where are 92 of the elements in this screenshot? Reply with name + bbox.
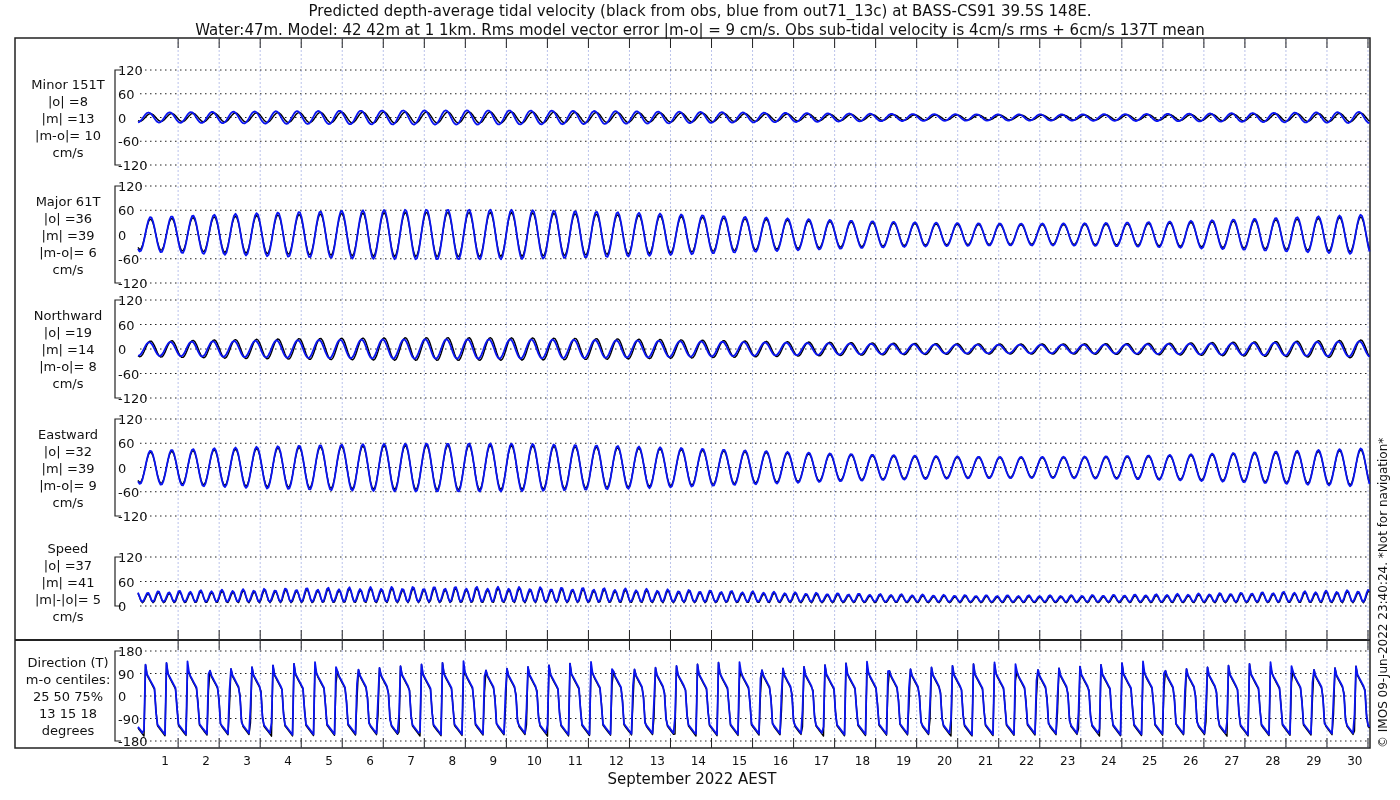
day-label: 18	[854, 754, 871, 768]
panel-label: |o| =19	[43, 325, 93, 340]
axis-tick-label: -120	[118, 276, 148, 291]
axis-tick-label: -90	[118, 711, 140, 727]
axis-tick-label: 0	[118, 689, 127, 704]
day-label: 6	[366, 754, 374, 768]
day-label: 3	[243, 754, 251, 768]
panel-label: cm/s	[52, 608, 84, 624]
panel-label: |o| =37	[43, 557, 93, 573]
axis-tick-label: -60	[118, 484, 140, 500]
day-label: 23	[1060, 754, 1076, 768]
day-label: 10	[526, 754, 542, 768]
day-label: 22	[1019, 754, 1035, 768]
panel-label: |m-o|= 10	[35, 127, 101, 143]
panel-label: Direction (T)	[27, 655, 109, 670]
axis-tick-label: 120	[118, 179, 143, 194]
axis-tick-label: 0	[118, 227, 127, 243]
day-label: 20	[936, 754, 953, 768]
axis-tick-label: 60	[118, 574, 135, 590]
panel-label: |m| =39	[41, 227, 95, 243]
axis-tick-label: 60	[118, 317, 135, 333]
panel-label: |m-o|= 8	[39, 359, 97, 374]
copyright-note: © IMOS 09-Jun-2022 23:40:24. *Not for navigation*	[1376, 437, 1390, 748]
axis-tick-label: 120	[118, 293, 143, 308]
day-label: 14	[690, 754, 707, 768]
panel-label: cm/s	[52, 144, 84, 160]
day-label: 2	[202, 754, 210, 768]
axis-tick-label: 120	[118, 63, 143, 78]
panel-label: 13 15 18	[39, 706, 97, 721]
axis-tick-label: 180	[118, 644, 143, 659]
axis-tick-label: 0	[118, 110, 127, 126]
panel-label: |m| =41	[41, 574, 95, 590]
axis-tick-label: 90	[118, 666, 135, 682]
day-label: 11	[567, 754, 583, 768]
day-label: 8	[448, 754, 457, 768]
axis-tick-label: 0	[118, 460, 127, 476]
x-axis-label: September 2022 AEST	[607, 770, 777, 788]
day-label: 17	[813, 754, 830, 768]
day-label: 5	[325, 754, 333, 768]
panel-label: cm/s	[52, 494, 84, 510]
day-label: 7	[407, 754, 415, 768]
panel-label: Speed	[47, 540, 89, 556]
axis-tick-label: 60	[118, 436, 135, 452]
chart-title: Predicted depth-average tidal velocity (black from obs, blue from out71_13c) at BASS-CS91 39.5S 148E.	[308, 2, 1092, 20]
axis-tick-label: 120	[118, 550, 143, 565]
panel-label: cm/s	[52, 261, 84, 277]
axis-tick-label: 60	[118, 86, 135, 102]
day-label: 15	[731, 754, 748, 768]
day-label: 30	[1347, 754, 1363, 768]
day-label: 26	[1183, 754, 1199, 768]
chart-title: Water:47m. Model: 42 42m at 1 1km. Rms model vector error |m-o| = 9 cm/s. Obs sub-tidal velocity is 4cm/s rms + 6cm/s 137T mean	[195, 21, 1205, 39]
panel-label: m-o centiles:	[25, 672, 111, 687]
panel-label: Eastward	[38, 426, 98, 442]
panel-label: |m-o|= 9	[39, 477, 97, 493]
panel-label: Minor 151T	[31, 76, 105, 92]
day-label: 12	[608, 754, 624, 768]
panel-label: Major 61T	[35, 193, 101, 209]
day-label: 16	[772, 754, 789, 768]
axis-tick-label: -60	[118, 251, 140, 267]
axis-tick-label: 0	[118, 599, 127, 614]
panel-label: |m| =14	[41, 342, 95, 357]
panel-label: |o| =8	[48, 93, 88, 109]
axis-tick-label: -60	[118, 134, 140, 150]
panel-label: Northward	[33, 308, 103, 323]
panel-label: |o| =32	[43, 443, 93, 459]
axis-tick-label: -60	[118, 366, 140, 382]
panel-label: |o| =36	[43, 210, 93, 226]
axis-tick-label: -120	[118, 158, 148, 173]
axis-tick-label: 60	[118, 203, 135, 219]
axis-tick-label: -120	[118, 509, 148, 524]
day-label: 21	[977, 754, 994, 768]
day-label: 25	[1142, 754, 1158, 768]
axis-tick-label: 120	[118, 412, 143, 427]
panel-label: degrees	[41, 723, 95, 738]
day-label: 27	[1224, 754, 1240, 768]
day-label: 24	[1101, 754, 1117, 768]
axis-tick-label: -120	[118, 391, 148, 406]
day-label: 13	[649, 754, 665, 768]
panel-label: cm/s	[52, 376, 84, 391]
day-label: 19	[895, 754, 912, 768]
panel-label: 25 50 75%	[32, 689, 104, 704]
day-label: 9	[489, 754, 498, 768]
axis-tick-label: 0	[118, 342, 127, 357]
panel-label: |m-o|= 6	[39, 244, 97, 260]
axis-tick-label: -180	[118, 734, 148, 749]
day-label: 1	[161, 754, 169, 768]
day-label: 4	[284, 754, 292, 768]
panel-label: |m| =13	[41, 110, 95, 126]
panel-label: |m| =39	[41, 460, 95, 476]
panel-label: |m|-|o|= 5	[34, 591, 102, 607]
day-label: 28	[1265, 754, 1281, 768]
day-label: 29	[1306, 754, 1322, 768]
